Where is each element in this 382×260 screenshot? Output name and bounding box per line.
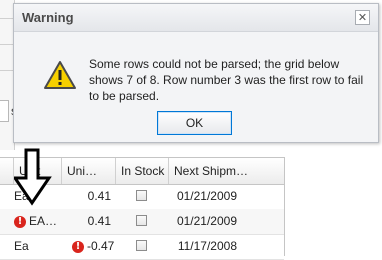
cell-unit-price[interactable]: 0.41 bbox=[62, 209, 116, 234]
in-stock-checkbox[interactable] bbox=[136, 190, 147, 201]
cell-unit-price[interactable]: 0.41 bbox=[62, 184, 116, 209]
close-button[interactable]: ✕ bbox=[355, 10, 370, 25]
table-row[interactable]: ! EA… 0.41 01/21/2009 bbox=[0, 209, 284, 235]
ok-button[interactable]: OK bbox=[157, 111, 232, 135]
in-stock-checkbox[interactable] bbox=[136, 240, 147, 251]
cell-price-text: -0.47 bbox=[87, 239, 115, 253]
cell-unit-text: Ea bbox=[14, 239, 29, 253]
dialog-body: Some rows could not be parsed; the grid … bbox=[14, 32, 378, 142]
error-icon: ! bbox=[14, 215, 26, 228]
background-divider bbox=[0, 70, 14, 71]
column-header-gutter bbox=[0, 158, 14, 184]
cell-unit-price[interactable]: ! -0.47 bbox=[62, 234, 116, 259]
warning-dialog: Warning ✕ Some rows could not be parsed;… bbox=[13, 3, 379, 143]
column-header-in-stock[interactable]: In Stock bbox=[116, 158, 169, 184]
table-row[interactable]: Ea ! -0.47 11/17/2008 bbox=[0, 234, 284, 260]
cell-unit[interactable]: ! EA… bbox=[14, 209, 62, 234]
cell-next-shipment[interactable]: 01/21/2009 bbox=[169, 184, 285, 209]
dialog-message: Some rows could not be parsed; the grid … bbox=[89, 57, 364, 103]
cell-next-shipment[interactable]: 11/17/2008 bbox=[169, 234, 285, 259]
down-arrow-icon bbox=[14, 148, 52, 206]
error-icon: ! bbox=[72, 240, 84, 253]
background-input[interactable] bbox=[0, 100, 9, 122]
background-divider bbox=[0, 44, 14, 45]
close-icon: ✕ bbox=[357, 11, 368, 24]
dialog-titlebar[interactable]: Warning ✕ bbox=[14, 4, 378, 32]
column-header-unit-price[interactable]: Uni… bbox=[62, 158, 116, 184]
cell-next-shipment[interactable]: 01/21/2009 bbox=[169, 209, 285, 234]
cell-unit-text: EA… bbox=[29, 214, 58, 228]
column-header-next-shipment[interactable]: Next Shipm… bbox=[169, 158, 285, 184]
dialog-title: Warning bbox=[22, 10, 74, 25]
warning-triangle-icon bbox=[44, 61, 76, 89]
in-stock-checkbox[interactable] bbox=[136, 215, 147, 226]
background-divider bbox=[0, 18, 14, 19]
cell-unit[interactable]: Ea bbox=[14, 234, 62, 259]
